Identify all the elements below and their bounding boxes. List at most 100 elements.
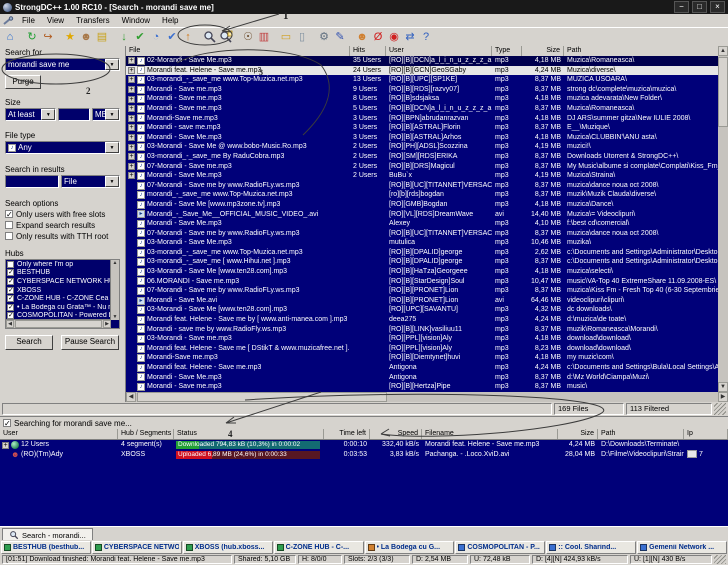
quick-connect-icon[interactable]: ⇄ [402,30,418,46]
favorite-hubs-icon[interactable]: ★ [62,30,78,46]
option-checkbox[interactable]: ✓ [5,210,13,218]
shutdown-icon[interactable]: ◉ [386,30,402,46]
result-row[interactable]: ♪03-Morandi - Save Me [www.ten28.com].mp… [126,305,718,315]
hub-checkbox[interactable]: ✓ [7,278,14,285]
result-row[interactable]: ♪morandi_-_save_me www.Top-Muzica.net.mp… [126,190,718,200]
hub-checkbox[interactable]: ✓ [7,304,14,311]
results-column-size[interactable]: Size [522,46,564,56]
hubs-vertical-scrollbar[interactable]: ▲▼ [110,260,119,320]
menu-item-window[interactable]: Window [116,16,156,25]
transfers-column-speed[interactable]: Speed [370,429,422,439]
result-row[interactable]: ♪03-Morandi - Save Me [www.ten28.com].mp… [126,267,718,277]
public-hubs-icon[interactable]: ⌂ [2,30,18,46]
transfer-row[interactable]: +12 Users 4 segment(s) Downloaded 794,83… [0,440,728,450]
hub-tab[interactable]: CYBERSPACE NETWO... [92,541,182,554]
recent-hubs-icon[interactable]: ▤ [94,30,110,46]
favorite-users-icon[interactable]: ☻ [78,30,94,46]
open-own-filelist-icon[interactable]: ▯ [294,30,310,46]
search-query-combo[interactable]: morandi save me ▼ [5,58,120,71]
settings-icon[interactable]: ⚙ [316,30,332,46]
resize-grip[interactable] [714,555,726,564]
result-row[interactable]: +♪03-morandi_-_save_me By RaduCobra.mp3 … [126,152,718,162]
purge-button[interactable]: Purge [5,75,41,89]
result-row[interactable]: +♪Morandi - Save Me.mp3 3 Users [RO][B][… [126,133,718,143]
hub-checkbox[interactable]: ✓ [7,269,14,276]
hub-checkbox[interactable]: ✓ [7,287,14,294]
result-row[interactable]: +♪Morandi-Save me.mp3 3 Users [RO][BPN]a… [126,114,718,124]
size-mode-combo[interactable]: At least ▼ [5,108,56,121]
option-checkbox[interactable] [5,221,13,229]
transfers-column-path[interactable]: Path [598,429,684,439]
row-expander[interactable]: + [128,153,135,160]
hub-tab[interactable]: XBOSS (hub.xboss... [183,541,273,554]
transfers-column-hub-segments[interactable]: Hub / Segments [118,429,174,439]
hubs-horizontal-scrollbar[interactable]: ◀▶ [6,319,111,328]
reconnect-icon[interactable]: ↻ [24,30,40,46]
results-column-user[interactable]: User [386,46,492,56]
transfer-row[interactable]: ☻(RO)(Tm)Ady XBOSS Uploaded 6,89 MB (24,… [0,450,728,460]
result-row[interactable]: ♪03-morandi_-_save_me www.Top-Muzica.net… [126,248,718,258]
finished-uploads-icon[interactable]: ✔ [164,30,180,46]
hub-list-item[interactable]: ✓ • La Bodega cu Grata™ - Nu respe [6,303,111,312]
result-row[interactable]: +♪Morandi - Save me.mp3 5 Users [RO][B][… [126,104,718,114]
result-row[interactable]: +♪Morandi - Save me.mp3 8 Users [RO][B]s… [126,94,718,104]
minimize-button[interactable]: − [674,1,689,13]
adl-search-icon[interactable] [218,30,234,46]
search-in-input[interactable] [5,175,59,188]
result-row[interactable]: ♪Morandi - Save Me.mp3 Antigona mp3 8,37… [126,373,718,383]
resize-grip[interactable] [714,403,726,415]
download-queue-icon[interactable]: ↓ [116,30,132,46]
result-row[interactable]: ▸Morandi - Save Me.avi [RO][B][PRONET]Li… [126,296,718,306]
result-row[interactable]: ♪07-Morandi - Save me by www.RadioFLy.ws… [126,181,718,191]
restore-button[interactable]: □ [692,1,707,13]
close-button[interactable]: × [710,1,725,13]
follow-redirect-icon[interactable]: ↪ [40,30,56,46]
row-expander[interactable]: + [128,163,135,170]
row-expander[interactable]: + [2,442,9,449]
result-row[interactable]: ▸Morandi_-_Save_Me__OFFICIAL_MUSIC_VIDEO… [126,210,718,220]
results-vertical-scrollbar[interactable]: ▲ ▼ [718,46,728,392]
result-row[interactable]: +♪Morandi - Save me.mp3 9 Users [RO][B][… [126,85,718,95]
result-row[interactable]: ♪07-Morandi - Save me by www.RadioFLy.ws… [126,286,718,296]
pause-search-button[interactable]: Pause Search [61,335,119,350]
hub-tab[interactable]: BESTHUB (besthub... [1,541,91,554]
hub-list-item[interactable]: ✓ BESTHUB [6,269,111,278]
away-icon[interactable]: ☻ [354,30,370,46]
waiting-users-icon[interactable]: ◔ [148,30,164,46]
option-checkbox[interactable] [5,232,13,240]
row-expander[interactable]: + [128,76,135,83]
open-filelist-icon[interactable]: ▭ [278,30,294,46]
row-expander[interactable]: + [128,57,135,64]
result-row[interactable]: ♪Morandi - Save Me.mp3 Alexey mp3 4,10 M… [126,219,718,229]
chevron-down-icon[interactable]: ▼ [41,109,55,120]
result-row[interactable]: ♪06.MORANDI - Save me.mp3 [RO][B][StarDe… [126,277,718,287]
hub-list-item[interactable]: ✓ C-ZONE HUB - C-ZONE Cea mai m [6,294,111,303]
hub-list-item[interactable]: Only where I'm op [6,260,111,269]
result-row[interactable]: ♪03-Morandi - Save me.mp3 [RO][PPL][visi… [126,334,718,344]
row-expander[interactable]: + [128,96,135,103]
limiter-icon[interactable]: Ø [370,30,386,46]
row-expander[interactable]: + [128,105,135,112]
results-column-file[interactable]: File [126,46,350,56]
row-expander[interactable]: + [128,144,135,151]
transfers-column-ip[interactable]: Ip [684,429,728,439]
hub-tab[interactable]: Gemenii Network ... [637,541,727,554]
hub-tab[interactable]: :: Cool. Sharind... [546,541,636,554]
transfers-column-filename[interactable]: Filename [422,429,558,439]
results-column-type[interactable]: Type [492,46,522,56]
result-row[interactable]: ♪Morandi-Save me.mp3 [RO][B][Diemtynet]h… [126,353,718,363]
hub-tab[interactable]: C-ZONE HUB - C-... [274,541,364,554]
chevron-down-icon[interactable]: ▼ [105,176,119,187]
file-type-combo[interactable]: ♪ Any ▼ [5,141,120,154]
finished-downloads-icon[interactable]: ✔ [132,30,148,46]
size-value-input[interactable] [58,108,90,121]
menu-item-transfers[interactable]: Transfers [70,16,116,25]
hub-checkbox[interactable]: ✓ [7,295,14,302]
result-row[interactable]: ♪03-Morandi - Save Me.mp3 mutulica mp3 1… [126,238,718,248]
result-row[interactable]: ♪Morandi feat. Helene - Save me by [ www… [126,315,718,325]
result-row[interactable]: ♪Morandi feat. Helene - Save me.mp3 Anti… [126,363,718,373]
result-row[interactable]: ♪Morandi - Save me.mp3 [RO][B][Hertza]Pi… [126,382,718,392]
search-input[interactable]: morandi save me [6,59,105,70]
menu-item-help[interactable]: Help [156,16,184,25]
hub-tab[interactable]: COSMOPOLITAN - P... [455,541,545,554]
